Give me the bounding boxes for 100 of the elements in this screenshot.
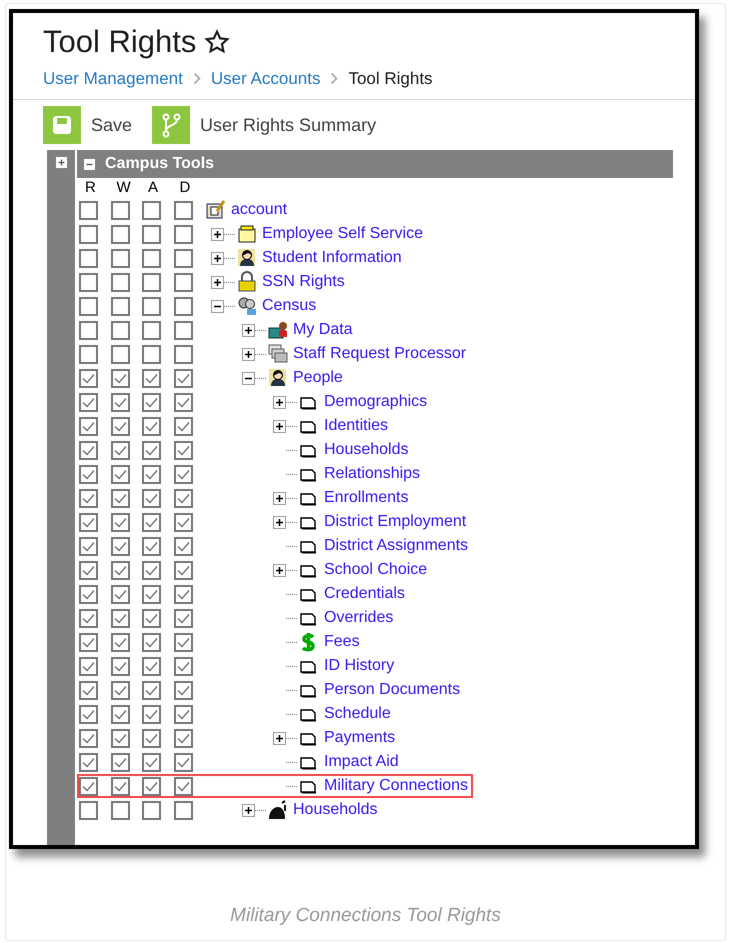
checkbox[interactable] — [110, 704, 130, 724]
checkbox[interactable] — [79, 704, 98, 724]
checkbox[interactable] — [142, 776, 161, 796]
summary-button[interactable]: User Rights Summary — [152, 106, 376, 144]
checkbox[interactable] — [142, 608, 161, 628]
checkbox[interactable] — [142, 296, 161, 316]
expand-icon[interactable] — [56, 157, 66, 168]
checkbox[interactable] — [142, 200, 161, 220]
checkbox[interactable] — [174, 248, 192, 268]
tree-link[interactable]: Households — [324, 438, 408, 462]
expand-icon[interactable] — [211, 276, 224, 289]
tree-link[interactable]: Staff Request Processor — [293, 342, 466, 366]
checkbox[interactable] — [110, 368, 130, 388]
checkbox[interactable] — [142, 800, 161, 820]
collapse-icon[interactable] — [84, 158, 95, 170]
checkbox[interactable] — [174, 440, 192, 460]
checkbox[interactable] — [142, 560, 161, 580]
tree-link[interactable]: Person Documents — [324, 678, 460, 702]
checkbox[interactable] — [110, 512, 130, 532]
tree-link[interactable]: Schedule — [324, 702, 391, 726]
tree-link[interactable]: District Employment — [324, 510, 466, 534]
tree-link[interactable]: SSN Rights — [262, 270, 345, 294]
expand-icon[interactable] — [273, 396, 286, 409]
checkbox[interactable] — [110, 560, 130, 580]
checkbox[interactable] — [110, 296, 130, 316]
expand-icon[interactable] — [242, 804, 255, 817]
checkbox[interactable] — [79, 464, 98, 484]
checkbox[interactable] — [79, 632, 98, 652]
tree-link[interactable]: account — [231, 198, 288, 222]
checkbox[interactable] — [79, 248, 98, 268]
tree-link[interactable]: Demographics — [324, 390, 428, 414]
checkbox[interactable] — [174, 488, 192, 508]
checkbox[interactable] — [79, 416, 98, 436]
checkbox[interactable] — [142, 656, 161, 676]
checkbox[interactable] — [174, 224, 192, 244]
expand-icon[interactable] — [211, 252, 224, 265]
checkbox[interactable] — [142, 248, 161, 268]
checkbox[interactable] — [174, 200, 192, 220]
tree-link[interactable]: Military Connections — [324, 774, 468, 798]
checkbox[interactable] — [142, 728, 161, 748]
checkbox[interactable] — [110, 800, 130, 820]
checkbox[interactable] — [110, 608, 130, 628]
star-icon[interactable] — [204, 29, 230, 56]
checkbox[interactable] — [142, 488, 161, 508]
checkbox[interactable] — [174, 584, 192, 604]
tree-link[interactable]: Credentials — [324, 582, 405, 606]
checkbox[interactable] — [79, 800, 98, 820]
checkbox[interactable] — [174, 344, 192, 364]
checkbox[interactable] — [174, 320, 192, 340]
checkbox[interactable] — [142, 464, 161, 484]
expand-icon[interactable] — [242, 324, 255, 337]
checkbox[interactable] — [110, 440, 130, 460]
checkbox[interactable] — [174, 512, 192, 532]
checkbox[interactable] — [79, 272, 98, 292]
checkbox[interactable] — [174, 416, 192, 436]
checkbox[interactable] — [110, 392, 130, 412]
collapse-icon[interactable] — [242, 372, 255, 385]
checkbox[interactable] — [174, 272, 192, 292]
checkbox[interactable] — [142, 512, 161, 532]
checkbox[interactable] — [142, 272, 161, 292]
checkbox[interactable] — [79, 512, 98, 532]
tree-link[interactable]: School Choice — [324, 558, 428, 582]
checkbox[interactable] — [142, 440, 161, 460]
checkbox[interactable] — [142, 680, 161, 700]
tree-link[interactable]: Households — [293, 798, 378, 822]
checkbox[interactable] — [174, 752, 192, 772]
checkbox[interactable] — [174, 560, 192, 580]
checkbox[interactable] — [142, 224, 161, 244]
checkbox[interactable] — [142, 584, 161, 604]
checkbox[interactable] — [174, 704, 192, 724]
expand-icon[interactable] — [273, 492, 286, 505]
checkbox[interactable] — [174, 392, 192, 412]
checkbox[interactable] — [174, 464, 192, 484]
checkbox[interactable] — [142, 416, 161, 436]
checkbox[interactable] — [79, 728, 98, 748]
tree-link[interactable]: Identities — [324, 414, 388, 438]
checkbox[interactable] — [142, 632, 161, 652]
checkbox[interactable] — [79, 368, 98, 388]
checkbox[interactable] — [142, 536, 161, 556]
save-button[interactable]: Save — [43, 106, 132, 144]
checkbox[interactable] — [174, 776, 192, 796]
checkbox[interactable] — [174, 608, 192, 628]
collapse-icon[interactable] — [211, 300, 224, 313]
checkbox[interactable] — [110, 488, 130, 508]
checkbox[interactable] — [142, 704, 161, 724]
checkbox[interactable] — [110, 320, 130, 340]
checkbox[interactable] — [110, 776, 130, 796]
expand-icon[interactable] — [273, 732, 286, 745]
checkbox[interactable] — [174, 632, 192, 652]
tree-link[interactable]: Employee Self Service — [262, 222, 423, 246]
tree-link[interactable]: Payments — [324, 726, 396, 750]
checkbox[interactable] — [110, 416, 130, 436]
checkbox[interactable] — [79, 200, 98, 220]
checkbox[interactable] — [174, 728, 192, 748]
tree-link[interactable]: Relationships — [324, 462, 420, 486]
checkbox[interactable] — [174, 680, 192, 700]
checkbox[interactable] — [79, 680, 98, 700]
checkbox[interactable] — [142, 344, 161, 364]
checkbox[interactable] — [174, 368, 192, 388]
checkbox[interactable] — [174, 800, 192, 820]
